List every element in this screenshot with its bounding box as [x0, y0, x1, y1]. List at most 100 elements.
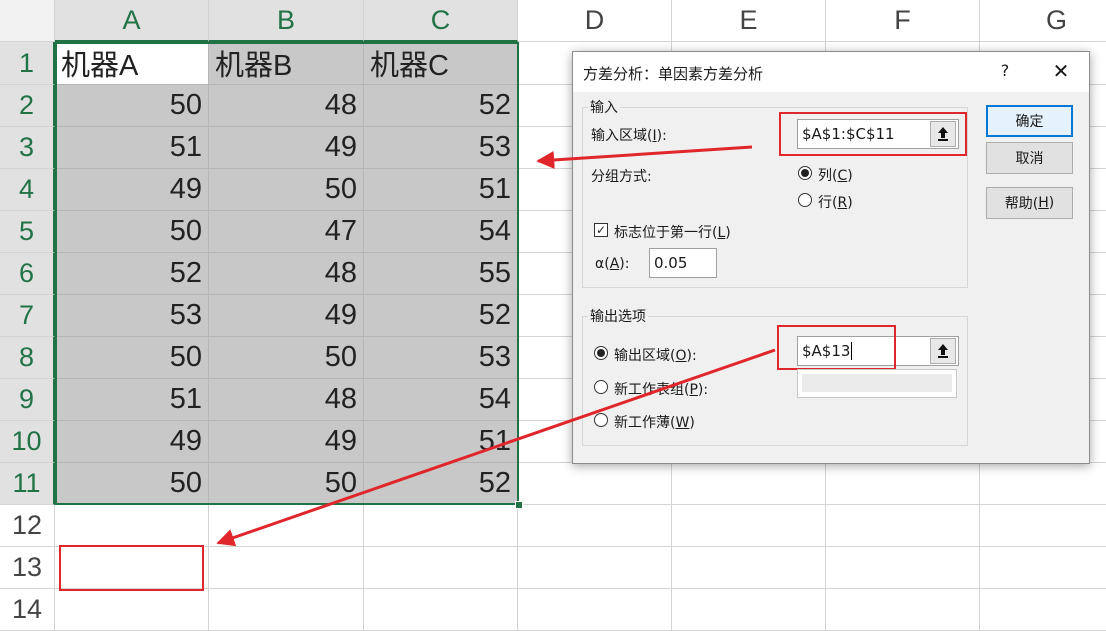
cell-b6[interactable]: 48 — [209, 253, 364, 295]
cell-d11[interactable] — [518, 463, 672, 505]
cell-c9[interactable]: 54 — [364, 379, 518, 421]
fill-handle[interactable] — [515, 501, 523, 509]
dialog-title: 方差分析：单因素方差分析 — [583, 65, 764, 83]
cell-b8[interactable]: 50 — [209, 337, 364, 379]
row-header-10[interactable]: 10 — [0, 421, 55, 463]
cell-b13[interactable] — [209, 547, 364, 589]
close-icon[interactable]: ✕ — [1049, 59, 1073, 83]
alpha-field[interactable]: 0.05 — [649, 248, 717, 278]
column-header-f[interactable]: F — [826, 0, 980, 42]
select-all-corner[interactable] — [0, 0, 55, 42]
ok-button[interactable]: 确定 — [986, 105, 1073, 137]
cell-c6[interactable]: 55 — [364, 253, 518, 295]
row-header-12[interactable]: 12 — [0, 505, 55, 547]
cell-f13[interactable] — [826, 547, 980, 589]
output-range-radio[interactable] — [594, 346, 608, 360]
cell-c2[interactable]: 52 — [364, 85, 518, 127]
input-group-label: 输入 — [588, 97, 620, 117]
cell-a4[interactable]: 49 — [55, 169, 209, 211]
cell-b10[interactable]: 49 — [209, 421, 364, 463]
group-by-columns-radio[interactable] — [798, 166, 812, 180]
cell-a11[interactable]: 50 — [55, 463, 209, 505]
cell-c7[interactable]: 52 — [364, 295, 518, 337]
cell-e11[interactable] — [672, 463, 826, 505]
new-workbook-radio[interactable] — [594, 413, 608, 427]
new-sheet-radio[interactable] — [594, 380, 608, 394]
cell-a5[interactable]: 50 — [55, 211, 209, 253]
cell-b11[interactable]: 50 — [209, 463, 364, 505]
new-workbook-label[interactable]: 新工作薄(W) — [614, 412, 695, 432]
alpha-label: α(A): — [595, 256, 630, 272]
annotation-box-a13 — [59, 545, 204, 591]
output-group-label: 输出选项 — [588, 306, 648, 326]
column-header-a[interactable]: A — [55, 0, 209, 42]
cell-c11[interactable]: 52 — [364, 463, 518, 505]
cell-b9[interactable]: 48 — [209, 379, 364, 421]
column-header-c[interactable]: C — [364, 0, 518, 42]
cell-b7[interactable]: 49 — [209, 295, 364, 337]
help-icon[interactable]: ? — [995, 61, 1015, 80]
cell-b1[interactable]: 机器B — [209, 42, 364, 85]
output-range-label[interactable]: 输出区域(O): — [614, 345, 697, 365]
dialog-titlebar[interactable]: 方差分析：单因素方差分析 ? ✕ — [573, 52, 1089, 92]
new-sheet-name-field[interactable] — [797, 369, 957, 398]
cell-g11[interactable] — [980, 463, 1106, 505]
cell-c13[interactable] — [364, 547, 518, 589]
cell-a3[interactable]: 51 — [55, 127, 209, 169]
cell-f11[interactable] — [826, 463, 980, 505]
cell-c8[interactable]: 53 — [364, 337, 518, 379]
cell-b5[interactable]: 47 — [209, 211, 364, 253]
cell-e13[interactable] — [672, 547, 826, 589]
cell-b12[interactable] — [209, 505, 364, 547]
cell-a7[interactable]: 53 — [55, 295, 209, 337]
cell-a8[interactable]: 50 — [55, 337, 209, 379]
cell-a6[interactable]: 52 — [55, 253, 209, 295]
cell-c3[interactable]: 53 — [364, 127, 518, 169]
cell-a2[interactable]: 50 — [55, 85, 209, 127]
labels-first-row-checkbox[interactable]: ✓ — [594, 223, 608, 237]
cell-a10[interactable]: 49 — [55, 421, 209, 463]
column-header-e[interactable]: E — [672, 0, 826, 42]
cell-b4[interactable]: 50 — [209, 169, 364, 211]
cell-d12[interactable] — [518, 505, 672, 547]
row-header-6[interactable]: 6 — [0, 253, 55, 295]
output-range-collapse-button[interactable] — [930, 338, 956, 364]
annotation-box-output-range — [777, 325, 896, 370]
cell-c1[interactable]: 机器C — [364, 42, 518, 85]
column-header-b[interactable]: B — [209, 0, 364, 42]
row-header-11[interactable]: 11 — [0, 463, 55, 505]
cell-a1[interactable]: 机器A — [55, 42, 209, 85]
column-header-g[interactable]: G — [980, 0, 1106, 42]
group-by-columns-label[interactable]: 列(C) — [818, 165, 853, 185]
cell-c12[interactable] — [364, 505, 518, 547]
cell-c4[interactable]: 51 — [364, 169, 518, 211]
cell-b3[interactable]: 49 — [209, 127, 364, 169]
row-header-1[interactable]: 1 — [0, 42, 55, 85]
cell-c5[interactable]: 54 — [364, 211, 518, 253]
group-by-rows-label[interactable]: 行(R) — [818, 192, 853, 212]
row-header-3[interactable]: 3 — [0, 127, 55, 169]
row-header-9[interactable]: 9 — [0, 379, 55, 421]
row-header-7[interactable]: 7 — [0, 295, 55, 337]
cancel-button[interactable]: 取消 — [986, 142, 1073, 174]
column-header-d[interactable]: D — [518, 0, 672, 42]
cell-g13[interactable] — [980, 547, 1106, 589]
cell-a12[interactable] — [55, 505, 209, 547]
cell-d13[interactable] — [518, 547, 672, 589]
row-header-4[interactable]: 4 — [0, 169, 55, 211]
group-by-label: 分组方式: — [591, 169, 652, 185]
row-header-13[interactable]: 13 — [0, 547, 55, 589]
cell-f12[interactable] — [826, 505, 980, 547]
labels-first-row-label[interactable]: 标志位于第一行(L) — [614, 222, 731, 242]
cell-a9[interactable]: 51 — [55, 379, 209, 421]
row-header-8[interactable]: 8 — [0, 337, 55, 379]
row-header-2[interactable]: 2 — [0, 85, 55, 127]
row-header-5[interactable]: 5 — [0, 211, 55, 253]
help-button[interactable]: 帮助(H) — [986, 187, 1073, 219]
new-sheet-label[interactable]: 新工作表组(P): — [614, 379, 708, 399]
cell-g12[interactable] — [980, 505, 1106, 547]
cell-b2[interactable]: 48 — [209, 85, 364, 127]
cell-e12[interactable] — [672, 505, 826, 547]
group-by-rows-radio[interactable] — [798, 193, 812, 207]
cell-c10[interactable]: 51 — [364, 421, 518, 463]
